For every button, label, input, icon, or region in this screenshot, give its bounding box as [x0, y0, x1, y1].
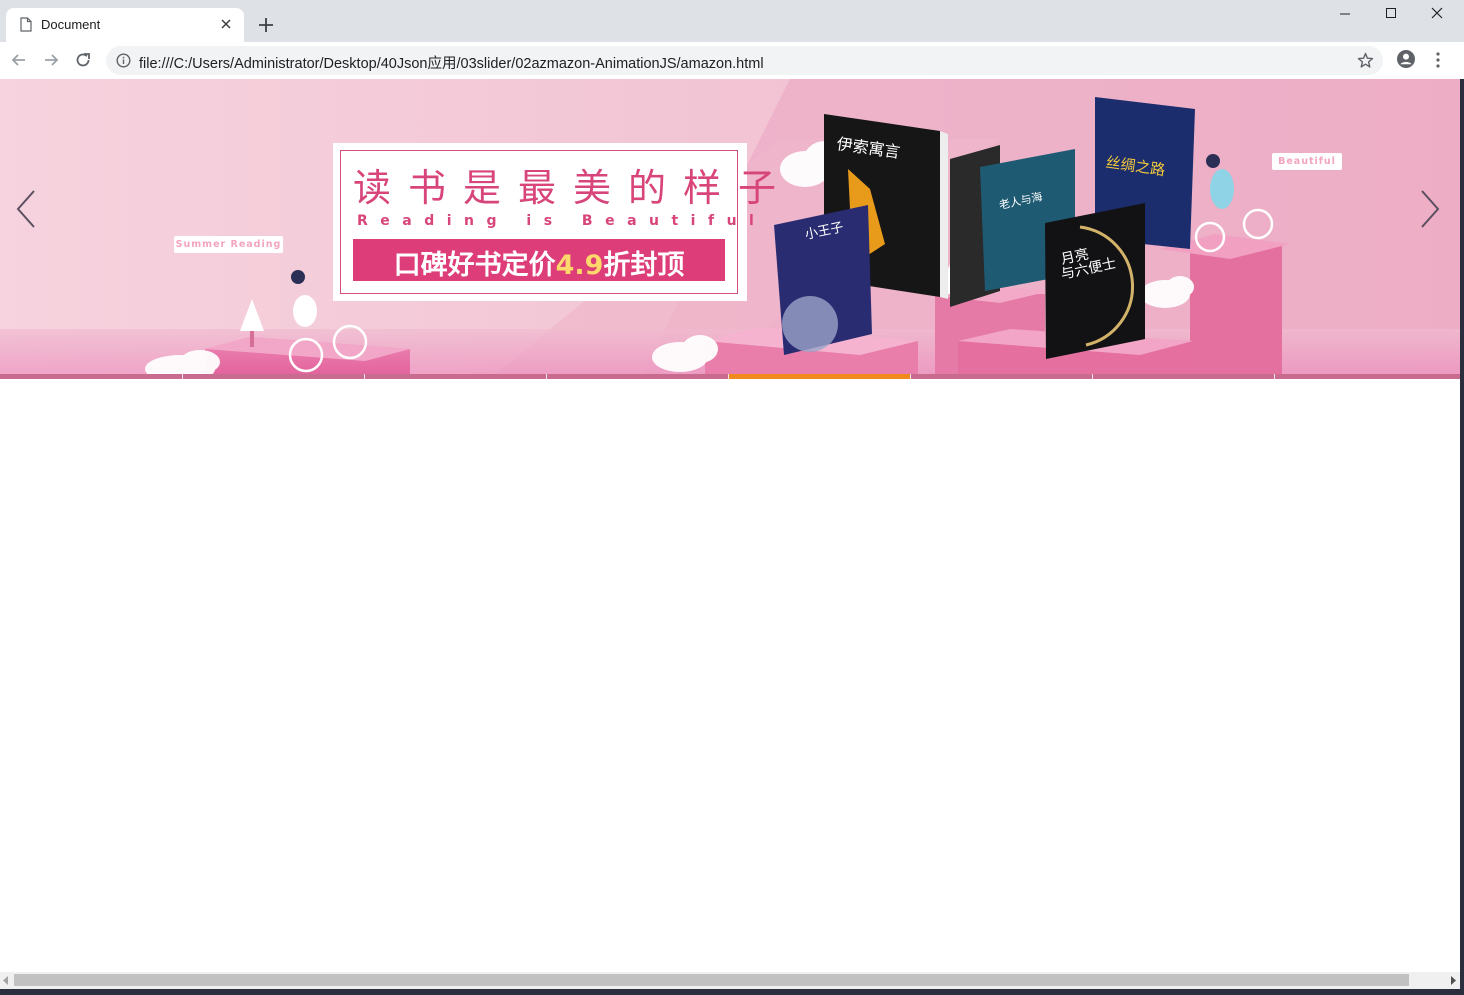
headline-card: 读书是最美的样子 Reading is Beautiful 口碑好书定价4.9折…: [333, 143, 794, 301]
window-edge-right: [1460, 79, 1464, 995]
reload-icon[interactable]: [73, 50, 93, 70]
maximize-icon[interactable]: [1368, 4, 1414, 26]
indicator-divider: [182, 374, 183, 379]
headline-border: 读书是最美的样子 Reading is Beautiful 口碑好书定价4.9折…: [340, 150, 794, 294]
promo-suffix: 折封顶: [603, 250, 685, 281]
menu-kebab-icon[interactable]: [1428, 50, 1448, 70]
info-icon[interactable]: [116, 53, 131, 68]
browser-tab[interactable]: Document: [6, 8, 244, 42]
scroll-right-arrow-icon[interactable]: [1449, 976, 1457, 985]
headline-english: Reading is Beautiful: [357, 213, 767, 229]
indicator-divider: [1274, 374, 1275, 379]
slide-indicator: [0, 374, 1460, 379]
horizontal-scrollbar[interactable]: [0, 972, 1460, 989]
promo-number: 4.9: [555, 250, 604, 281]
indicator-segment[interactable]: [911, 374, 1093, 379]
promo-text: 口碑好书定价4.9折封顶: [353, 243, 725, 282]
arrow-left-icon[interactable]: [9, 50, 29, 70]
chevron-left-icon[interactable]: [14, 189, 38, 229]
indicator-divider: [728, 374, 729, 379]
account-icon[interactable]: [1396, 49, 1416, 69]
scrollbar-thumb[interactable]: [14, 974, 1409, 986]
indicator-divider: [910, 374, 911, 379]
indicator-divider: [1092, 374, 1093, 379]
close-tab-icon[interactable]: [218, 16, 234, 32]
chevron-right-icon[interactable]: [1418, 189, 1442, 229]
beautiful-tag: Beautiful: [1272, 153, 1342, 170]
arrow-right-icon[interactable]: [41, 50, 61, 70]
indicator-segment[interactable]: [183, 374, 365, 379]
window-close-icon[interactable]: [1414, 4, 1460, 26]
indicator-divider: [364, 374, 365, 379]
url-text[interactable]: file:///C:/Users/Administrator/Desktop/4…: [139, 52, 764, 73]
indicator-segment[interactable]: [0, 374, 182, 379]
plus-icon[interactable]: [257, 16, 275, 34]
indicator-segment[interactable]: [729, 374, 911, 379]
headline-chinese: 读书是最美的样子: [353, 166, 794, 210]
promo-bar: 口碑好书定价4.9折封顶: [353, 239, 725, 281]
indicator-segment[interactable]: [547, 374, 729, 379]
browser-toolbar: file:///C:/Users/Administrator/Desktop/4…: [0, 42, 1464, 79]
document-icon: [20, 17, 32, 32]
indicator-segment[interactable]: [1093, 374, 1275, 379]
address-bar[interactable]: file:///C:/Users/Administrator/Desktop/4…: [106, 46, 1383, 75]
indicator-segment[interactable]: [1275, 374, 1457, 379]
indicator-divider: [546, 374, 547, 379]
browser-titlebar: Document: [0, 0, 1464, 42]
summer-reading-tag: Summer Reading: [174, 236, 283, 253]
tab-title: Document: [41, 17, 101, 32]
star-icon[interactable]: [1357, 52, 1374, 69]
banner-slider: 伊索寓言 小王子 老人与海 丝绸之路 月亮 与六便士 读书是最美的样子 Read…: [0, 79, 1460, 379]
promo-prefix: 口碑好书定价: [393, 250, 556, 281]
indicator-segment[interactable]: [365, 374, 547, 379]
window-edge-bottom: [0, 989, 1464, 995]
minimize-icon[interactable]: [1322, 4, 1368, 26]
scroll-left-arrow-icon[interactable]: [2, 976, 10, 985]
